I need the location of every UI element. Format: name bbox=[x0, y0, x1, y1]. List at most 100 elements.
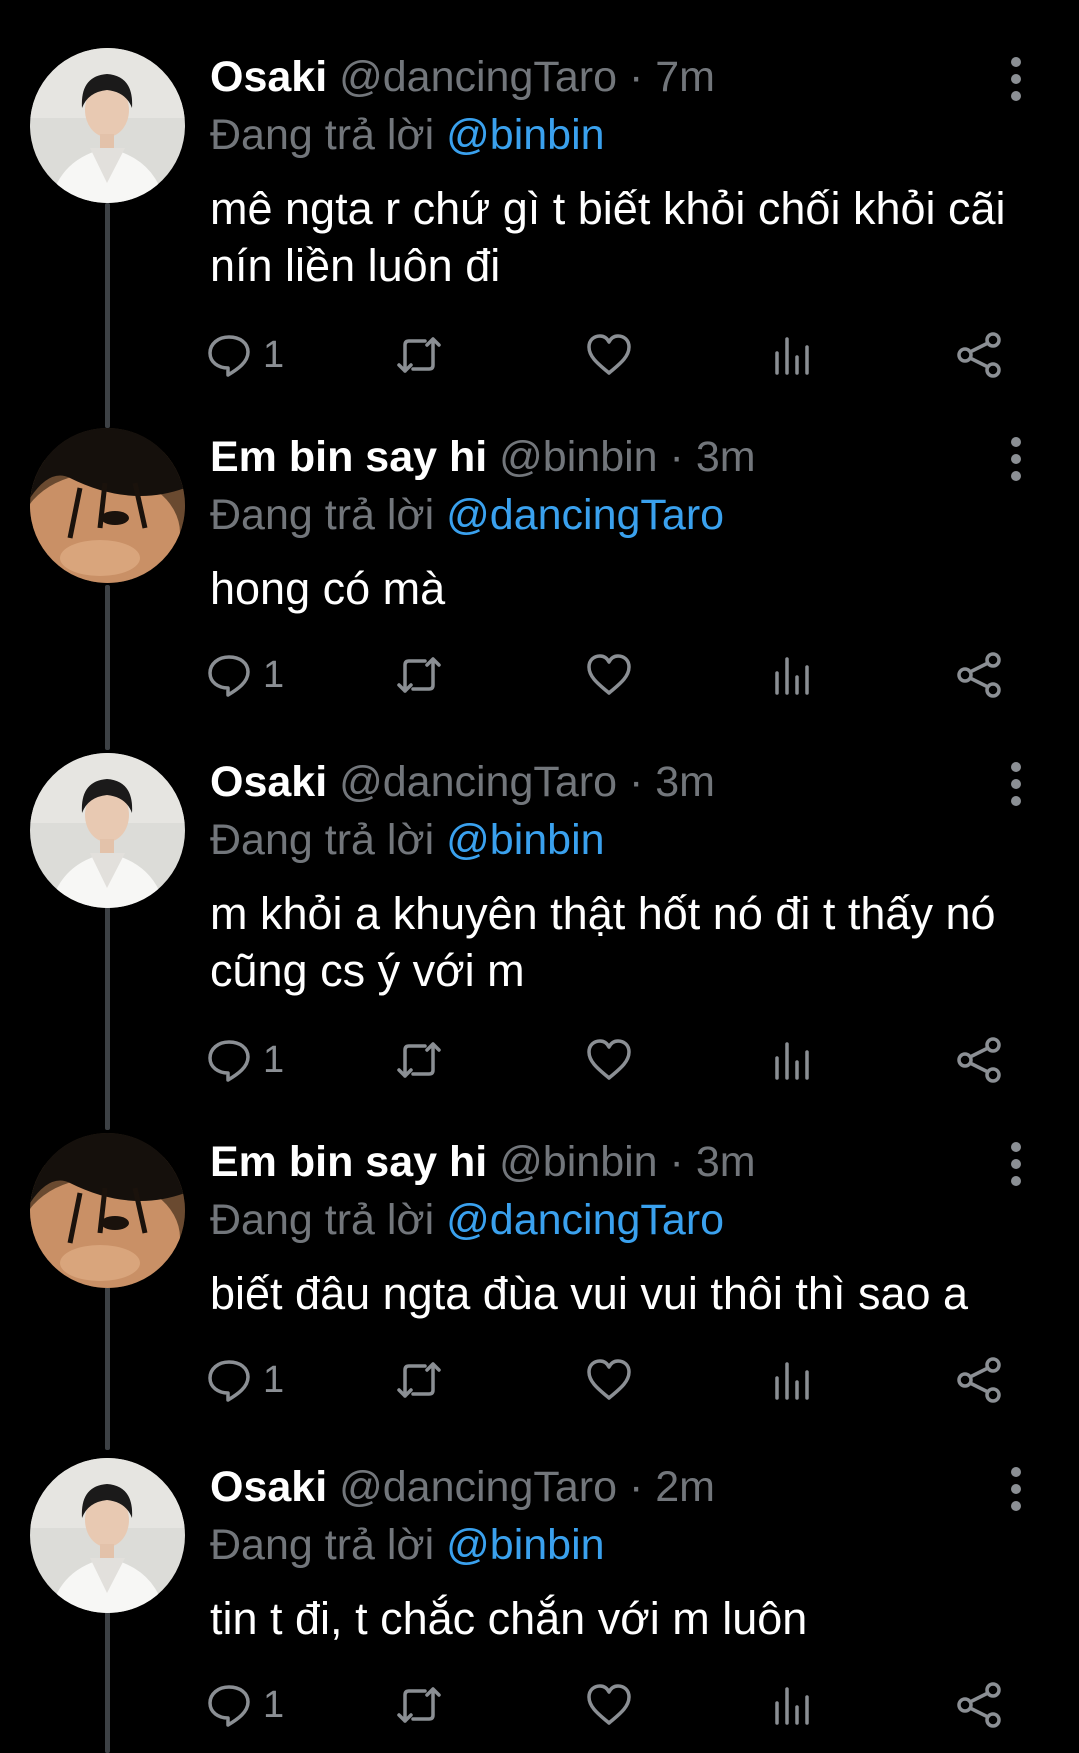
views-button[interactable] bbox=[770, 1030, 818, 1090]
display-name[interactable]: Osaki bbox=[210, 1463, 327, 1511]
tweet-text: tin t đi, t chắc chắn với m luôn bbox=[210, 1593, 808, 1644]
tweet[interactable]: Em bin say hi @binbin · 3m Đang trả lời … bbox=[0, 380, 1079, 705]
reply-icon bbox=[208, 335, 250, 377]
like-button[interactable] bbox=[585, 645, 633, 705]
reply-button[interactable]: 1 bbox=[205, 1030, 284, 1090]
replying-to-label: Đang trả lời bbox=[210, 111, 435, 159]
timestamp[interactable]: 7m bbox=[655, 53, 715, 101]
share-button[interactable] bbox=[955, 1030, 1003, 1090]
tweet-text: biết đâu ngta đùa vui vui thôi thì sao a bbox=[210, 1268, 969, 1319]
separator-dot: · bbox=[628, 1463, 644, 1511]
replying-to-handle[interactable]: @binbin bbox=[446, 816, 604, 864]
tweet-text: hong có mà bbox=[210, 563, 446, 614]
more-icon[interactable] bbox=[1003, 436, 1029, 482]
reply-button[interactable]: 1 bbox=[205, 1350, 284, 1410]
views-icon bbox=[775, 1362, 809, 1400]
like-button[interactable] bbox=[585, 1030, 633, 1090]
timestamp[interactable]: 3m bbox=[696, 1138, 756, 1186]
tweet-header: Em bin say hi @binbin · 3m bbox=[210, 432, 756, 482]
retweet-button[interactable] bbox=[395, 325, 443, 385]
tweet[interactable]: Osaki @dancingTaro · 2m Đang trả lời @bi… bbox=[0, 1410, 1079, 1753]
more-icon[interactable] bbox=[1003, 1141, 1029, 1187]
views-button[interactable] bbox=[770, 1350, 818, 1410]
more-icon[interactable] bbox=[1003, 1466, 1029, 1512]
tweet[interactable]: Osaki @dancingTaro · 3m Đang trả lời @bi… bbox=[0, 705, 1079, 1085]
replying-to-handle[interactable]: @dancingTaro bbox=[446, 1196, 724, 1244]
like-icon bbox=[587, 1684, 631, 1725]
like-icon bbox=[587, 334, 631, 375]
tweet-header: Em bin say hi @binbin · 3m bbox=[210, 1137, 756, 1187]
share-icon bbox=[957, 1682, 1001, 1728]
share-icon bbox=[957, 1357, 1001, 1403]
timestamp[interactable]: 2m bbox=[655, 1463, 715, 1511]
replying-to-handle[interactable]: @binbin bbox=[446, 1521, 604, 1569]
share-button[interactable] bbox=[955, 325, 1003, 385]
replying-to-handle[interactable]: @binbin bbox=[446, 111, 604, 159]
avatar-osaki[interactable] bbox=[30, 753, 185, 908]
retweet-icon bbox=[397, 1687, 441, 1723]
like-icon bbox=[587, 654, 631, 695]
tweet[interactable]: Osaki @dancingTaro · 7m Đang trả lời @bi… bbox=[0, 0, 1079, 380]
views-icon bbox=[775, 657, 809, 695]
timestamp[interactable]: 3m bbox=[696, 433, 756, 481]
retweet-icon bbox=[397, 657, 441, 693]
reply-button[interactable]: 1 bbox=[205, 325, 284, 385]
views-button[interactable] bbox=[770, 1675, 818, 1735]
share-button[interactable] bbox=[955, 645, 1003, 705]
retweet-button[interactable] bbox=[395, 1030, 443, 1090]
user-handle[interactable]: @binbin bbox=[499, 1138, 657, 1186]
like-button[interactable] bbox=[585, 1350, 633, 1410]
display-name[interactable]: Osaki bbox=[210, 53, 327, 101]
retweet-button[interactable] bbox=[395, 1350, 443, 1410]
share-button[interactable] bbox=[955, 1675, 1003, 1735]
timestamp[interactable]: 3m bbox=[655, 758, 715, 806]
user-handle[interactable]: @dancingTaro bbox=[339, 758, 617, 806]
user-handle[interactable]: @binbin bbox=[499, 433, 657, 481]
replying-to: Đang trả lời @binbin bbox=[210, 110, 605, 160]
like-button[interactable] bbox=[585, 325, 633, 385]
user-handle[interactable]: @dancingTaro bbox=[339, 53, 617, 101]
reply-icon bbox=[208, 1685, 250, 1727]
replying-to-label: Đang trả lời bbox=[210, 491, 435, 539]
avatar-image bbox=[30, 428, 185, 583]
avatar-image bbox=[30, 1133, 185, 1288]
retweet-icon bbox=[397, 337, 441, 373]
replying-to-label: Đang trả lời bbox=[210, 1196, 435, 1244]
reply-count: 1 bbox=[263, 1683, 285, 1726]
avatar-osaki[interactable] bbox=[30, 1458, 185, 1613]
more-icon[interactable] bbox=[1003, 761, 1029, 807]
separator-dot: · bbox=[669, 433, 684, 481]
reply-count: 1 bbox=[263, 333, 285, 376]
like-button[interactable] bbox=[585, 1675, 633, 1735]
retweet-button[interactable] bbox=[395, 1675, 443, 1735]
avatar-binbin[interactable] bbox=[30, 428, 185, 583]
avatar-image bbox=[30, 1458, 185, 1613]
tweet-header: Osaki @dancingTaro · 2m bbox=[210, 1462, 715, 1512]
share-button[interactable] bbox=[955, 1350, 1003, 1410]
replying-to-handle[interactable]: @dancingTaro bbox=[446, 491, 724, 539]
share-icon bbox=[957, 1037, 1001, 1083]
reply-icon bbox=[208, 1040, 250, 1082]
views-button[interactable] bbox=[770, 325, 818, 385]
tweet[interactable]: Em bin say hi @binbin · 3m Đang trả lời … bbox=[0, 1085, 1079, 1410]
tweet-actions: 1 bbox=[205, 325, 1025, 385]
avatar-binbin[interactable] bbox=[30, 1133, 185, 1288]
tweet-actions: 1 bbox=[205, 1030, 1025, 1090]
display-name[interactable]: Em bin say hi bbox=[210, 1138, 487, 1186]
avatar-osaki[interactable] bbox=[30, 48, 185, 203]
separator-dot: · bbox=[628, 758, 644, 806]
reply-button[interactable]: 1 bbox=[205, 645, 284, 705]
reply-button[interactable]: 1 bbox=[205, 1675, 284, 1735]
replying-to-label: Đang trả lời bbox=[210, 816, 435, 864]
replying-to: Đang trả lời @binbin bbox=[210, 815, 605, 865]
tweet-text: m khỏi a khuyên thật hốt nó đi t thấy nó… bbox=[210, 888, 996, 996]
tweet-actions: 1 bbox=[205, 1675, 1025, 1735]
user-handle[interactable]: @dancingTaro bbox=[339, 1463, 617, 1511]
tweet-text: mê ngta r chứ gì t biết khỏi chối khỏi c… bbox=[210, 183, 1006, 291]
views-button[interactable] bbox=[770, 645, 818, 705]
reply-count: 1 bbox=[263, 1038, 285, 1081]
display-name[interactable]: Osaki bbox=[210, 758, 327, 806]
more-icon[interactable] bbox=[1003, 56, 1029, 102]
retweet-button[interactable] bbox=[395, 645, 443, 705]
display-name[interactable]: Em bin say hi bbox=[210, 433, 487, 481]
